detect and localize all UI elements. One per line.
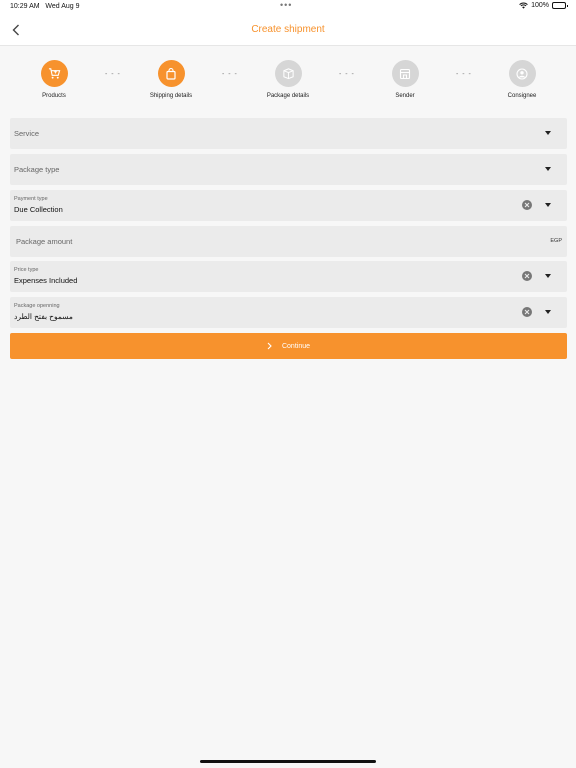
service-placeholder: Service [14, 129, 40, 138]
caret-down-icon[interactable] [545, 203, 551, 207]
step-label: Consignee [507, 93, 537, 99]
step-sender-circle [391, 60, 419, 87]
step-connector: - - - [222, 71, 238, 78]
status-time: 10:29 AM Wed Aug 9 [10, 3, 80, 10]
payment-type-label: Payment type [14, 196, 48, 202]
price-type-value: Expenses Included [14, 276, 78, 285]
step-label: Products [42, 93, 66, 99]
wifi-icon [519, 2, 528, 9]
step-sender[interactable]: Sender [365, 60, 445, 99]
bag-icon [166, 67, 176, 80]
package-opening-value: مسموح بفتح الطرد [14, 312, 73, 321]
package-type-placeholder: Package type [14, 165, 60, 174]
caret-down-icon[interactable] [545, 167, 551, 171]
progress-stepper: Products - - - Shipping details - - - Pa… [0, 60, 576, 102]
package-amount-placeholder: Package amount [16, 237, 73, 246]
step-package-details[interactable]: Package details [248, 60, 328, 99]
step-connector: - - - [105, 71, 121, 78]
user-icon [516, 67, 528, 80]
continue-button[interactable]: Continue [10, 333, 567, 359]
step-products-circle [40, 60, 68, 87]
step-label: Sender [395, 93, 415, 99]
clear-icon[interactable] [522, 271, 532, 281]
payment-type-select[interactable]: Payment type Due Collection [10, 190, 567, 221]
caret-down-icon[interactable] [545, 131, 551, 135]
step-shipping-details[interactable]: Shipping details [131, 60, 211, 99]
price-type-select[interactable]: Price type Expenses Included [10, 261, 567, 292]
continue-label: Continue [281, 342, 311, 350]
caret-down-icon[interactable] [545, 310, 551, 314]
page-title: Create shipment [251, 24, 325, 35]
package-type-select[interactable]: Package type [10, 154, 567, 185]
currency-suffix: EGP [550, 238, 562, 244]
step-shipping-circle [157, 60, 185, 87]
service-select[interactable]: Service [10, 118, 567, 149]
battery-icon [552, 2, 568, 9]
clear-icon[interactable] [522, 200, 532, 210]
step-connector: - - - [339, 71, 355, 78]
cart-icon [48, 68, 60, 79]
status-right: 100% [519, 2, 568, 9]
package-opening-label: Package openning [14, 303, 60, 309]
package-opening-select[interactable]: Package openning مسموح بفتح الطرد [10, 297, 567, 328]
package-amount-input[interactable]: Package amount EGP [10, 226, 567, 257]
step-package-circle [274, 60, 302, 87]
store-icon [399, 68, 411, 79]
step-label: Package details [266, 93, 310, 99]
step-label: Shipping details [149, 93, 193, 99]
step-products[interactable]: Products [14, 60, 94, 99]
step-consignee-circle [508, 60, 536, 87]
step-consignee[interactable]: Consignee [482, 60, 562, 99]
status-bar: 10:29 AM Wed Aug 9 ••• 100% [0, 0, 576, 14]
chevron-right-icon [267, 342, 272, 350]
step-connector: - - - [456, 71, 472, 78]
multitasking-dots[interactable]: ••• [280, 0, 292, 10]
navigation-bar: Create shipment [0, 14, 576, 46]
price-type-label: Price type [14, 267, 39, 273]
box-icon [282, 68, 294, 80]
payment-type-value: Due Collection [14, 205, 63, 214]
caret-down-icon[interactable] [545, 274, 551, 278]
home-indicator[interactable] [200, 760, 376, 763]
clear-icon[interactable] [522, 307, 532, 317]
battery-percent: 100% [531, 2, 549, 9]
